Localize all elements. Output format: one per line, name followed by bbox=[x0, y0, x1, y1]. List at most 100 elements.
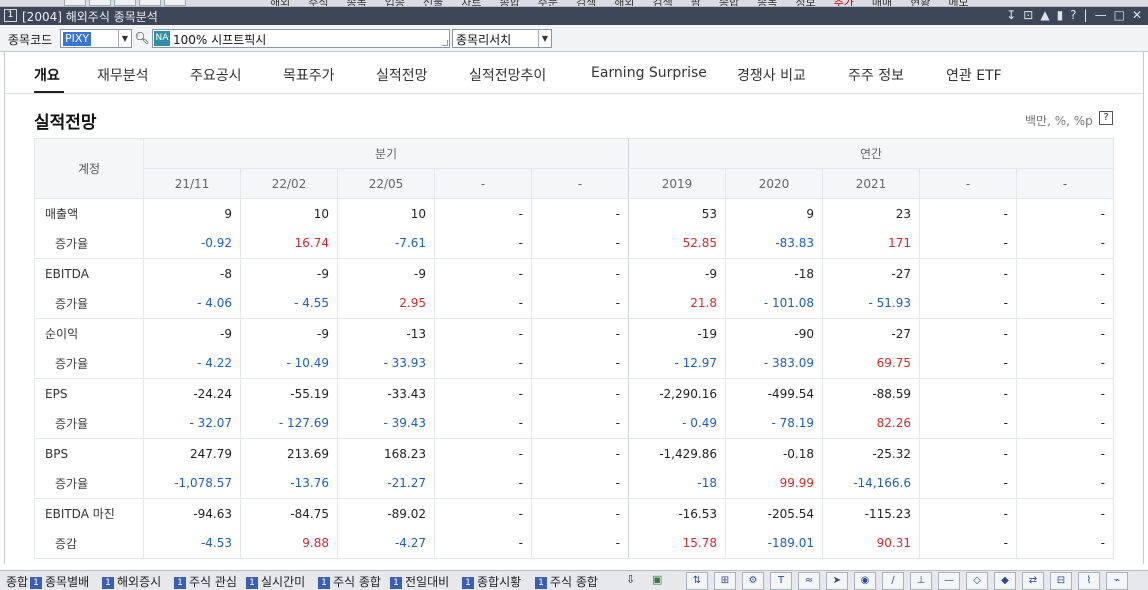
screen-tab[interactable] bbox=[64, 0, 86, 6]
taskbar-window-item[interactable]: 1 전일대비 bbox=[390, 573, 460, 589]
top-menu-item[interactable]: 주식 bbox=[308, 0, 328, 6]
chart-tool-icon[interactable]: ⌇ bbox=[1078, 572, 1100, 590]
screen-tab[interactable] bbox=[139, 0, 161, 6]
chart-tool-icon[interactable]: ∕ bbox=[882, 572, 904, 590]
image-icon[interactable]: ▣ bbox=[652, 573, 670, 589]
chart-tool-icon[interactable]: ≈ bbox=[798, 572, 820, 590]
chart-tool-icon[interactable]: — bbox=[938, 572, 960, 590]
stock-code-value[interactable]: PIXY bbox=[63, 32, 92, 46]
screen-tabs[interactable] bbox=[64, 0, 186, 6]
taskbar-window-item[interactable]: 1 해외증시 bbox=[102, 573, 172, 589]
table-cell: - bbox=[919, 378, 1017, 409]
top-menu-item[interactable]: 검색 bbox=[576, 0, 596, 6]
top-menu-item[interactable]: 검색 bbox=[653, 0, 673, 6]
chart-tool-icon[interactable]: ⊥ bbox=[910, 572, 932, 590]
screen-tab[interactable] bbox=[114, 0, 136, 6]
taskbar-window-item[interactable]: 1 주식 종합 bbox=[318, 573, 388, 589]
taskbar-window-item[interactable]: 1 실시간미 bbox=[246, 573, 316, 589]
help-icon[interactable]: ? bbox=[1099, 111, 1113, 125]
window-control-icon[interactable]: ⊡ bbox=[1023, 8, 1033, 22]
tab-disclosures[interactable]: 주요공시 bbox=[190, 65, 242, 85]
window-control-icon[interactable]: — bbox=[1095, 8, 1107, 22]
chevron-down-icon[interactable]: ▼ bbox=[538, 30, 551, 47]
top-menu-item[interactable]: 팜 bbox=[691, 0, 701, 6]
top-menu-item[interactable]: 메모 bbox=[948, 0, 968, 6]
top-menu-item[interactable]: 해외 bbox=[614, 0, 634, 6]
window-number-badge: 1 bbox=[30, 577, 42, 589]
top-menu-item[interactable]: 차트 bbox=[461, 0, 481, 6]
table-cell: - bbox=[919, 228, 1017, 259]
table-row: 증가율 - 4.06- 4.55 2.95- -21.8- 101.08- 51.93… bbox=[34, 288, 1114, 319]
window-control-icon[interactable]: ▮ bbox=[1057, 8, 1064, 22]
window-control-icon[interactable]: ▲ bbox=[1040, 8, 1049, 22]
chart-tool-icon[interactable]: ◆ bbox=[994, 572, 1016, 590]
tab-earning-surprise[interactable]: Earning Surprise bbox=[591, 65, 707, 81]
tab-financial-analysis[interactable]: 재무분석 bbox=[97, 65, 149, 85]
top-menu-item[interactable]: 현황 bbox=[910, 0, 930, 6]
taskbar-start[interactable]: 종합 bbox=[6, 573, 28, 589]
download-icon[interactable]: ⇩ bbox=[626, 573, 640, 589]
stock-code-input[interactable]: PIXY ▼ bbox=[60, 29, 132, 48]
chart-tool-icon[interactable]: ◉ bbox=[854, 572, 876, 590]
screen-tab[interactable] bbox=[164, 0, 186, 6]
window-number-badge: 1 bbox=[318, 577, 330, 589]
column-header: 2021 bbox=[822, 168, 920, 199]
tab-overview[interactable]: 개요 bbox=[34, 65, 60, 85]
window-control-icon[interactable]: ✕ bbox=[1132, 8, 1142, 22]
chart-tool-icon[interactable]: ⊞ bbox=[714, 572, 736, 590]
window-control-icon[interactable]: ↧ bbox=[1006, 8, 1016, 22]
chart-tool-icon[interactable]: ⊟ bbox=[1050, 572, 1072, 590]
top-menu-item[interactable]: 해외 bbox=[270, 0, 290, 6]
top-menu-item[interactable]: 선물 bbox=[423, 0, 443, 6]
window-control-icon[interactable]: | bbox=[1084, 8, 1088, 22]
table-cell: - bbox=[1016, 408, 1114, 439]
stock-name-field[interactable]: NA 100% 시프트픽시 bbox=[152, 29, 450, 48]
chart-tool-icon[interactable]: ⌁ bbox=[1106, 572, 1128, 590]
table-cell: - bbox=[1016, 438, 1114, 469]
taskbar-window-item[interactable]: 1 종합시황 bbox=[462, 573, 532, 589]
taskbar-window-item[interactable]: 1 주식 관심 bbox=[174, 573, 244, 589]
top-menu-item[interactable]: 업종 bbox=[385, 0, 405, 6]
chart-tool-icon[interactable]: ⇄ bbox=[1022, 572, 1044, 590]
tab-related-etf[interactable]: 연관 ETF bbox=[946, 65, 1002, 85]
tab-target-price[interactable]: 목표주가 bbox=[283, 65, 335, 85]
top-menu-item[interactable]: 정보 bbox=[795, 0, 815, 6]
chart-tool-icon[interactable]: ➤ bbox=[826, 572, 848, 590]
table-cell: -4.27 bbox=[337, 528, 435, 559]
window-control-icon[interactable]: □ bbox=[1114, 8, 1125, 22]
top-menu-item[interactable]: 주문 bbox=[538, 0, 558, 6]
tab-peer-comparison[interactable]: 경쟁사 비교 bbox=[737, 65, 806, 85]
top-menu-item[interactable]: 추가 bbox=[834, 0, 854, 6]
table-cell: -205.54 bbox=[725, 498, 823, 529]
top-menu-item[interactable]: 종합 bbox=[719, 0, 739, 6]
research-select[interactable]: 종목리서치 ▼ bbox=[452, 29, 552, 48]
table-cell: - bbox=[531, 528, 629, 559]
taskbar-window-item[interactable]: 1 종목별배 bbox=[30, 573, 100, 589]
chart-tool-icon[interactable]: T bbox=[770, 572, 792, 590]
tab-shareholder-info[interactable]: 주주 정보 bbox=[848, 65, 904, 85]
chevron-down-icon[interactable]: ▼ bbox=[118, 30, 131, 47]
table-cell: -14,166.6 bbox=[822, 468, 920, 499]
table-cell: 9.88 bbox=[240, 528, 338, 559]
row-label: EPS bbox=[34, 378, 144, 409]
top-menu-item[interactable]: 매매 bbox=[872, 0, 892, 6]
column-header: - bbox=[919, 168, 1017, 199]
window-controls[interactable]: ↧ ⊡ ▲ ▮? | — □ ✕ bbox=[1006, 8, 1142, 22]
column-header: 22/02 bbox=[240, 168, 338, 199]
table-cell: - 4.22 bbox=[143, 348, 241, 379]
tab-forecast-trend[interactable]: 실적전망추이 bbox=[469, 65, 546, 85]
tab-earnings-forecast[interactable]: 실적전망 bbox=[376, 65, 428, 85]
window-control-icon[interactable]: ? bbox=[1070, 8, 1076, 22]
resize-grip-icon[interactable] bbox=[442, 40, 448, 46]
top-menu[interactable]: 해외 주식 종목 업종 선물 차트 종합 주문 검색 해외 검색 팜 종합 종목 정보 추가 매매 현황 메모 bbox=[270, 0, 969, 6]
screen-tab[interactable] bbox=[89, 0, 111, 6]
top-menu-item[interactable]: 종목 bbox=[347, 0, 367, 6]
search-icon[interactable]: 🔍︎ bbox=[134, 30, 150, 47]
chart-tool-icon[interactable]: ⇅ bbox=[686, 572, 708, 590]
chart-tool-icon[interactable]: ◇ bbox=[966, 572, 988, 590]
taskbar-window-item[interactable]: 1 주식 종합 bbox=[535, 573, 601, 589]
row-label: 매출액 bbox=[34, 198, 144, 229]
chart-tool-icon[interactable]: ⚙ bbox=[742, 572, 764, 590]
top-menu-item[interactable]: 종목 bbox=[757, 0, 777, 6]
top-menu-item[interactable]: 종합 bbox=[500, 0, 520, 6]
